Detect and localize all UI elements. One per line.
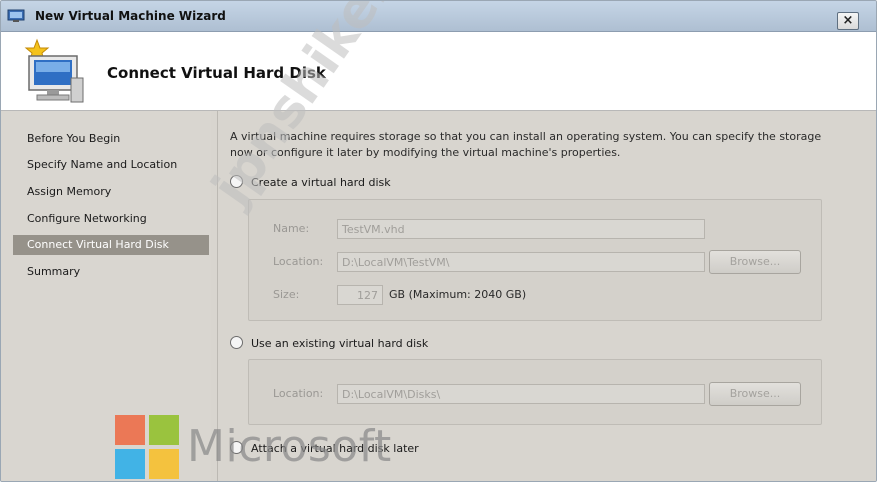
description-text: A virtual machine requires storage so th… [230, 130, 822, 159]
location-label: Location: [273, 255, 324, 268]
logo-text: Microsoft [187, 421, 392, 472]
existing-vhd-radio[interactable] [230, 336, 243, 349]
name-label: Name: [273, 222, 310, 235]
nav-item-before-you-begin[interactable]: Before You Begin [13, 129, 209, 149]
existing-vhd-label: Use an existing virtual hard disk [251, 337, 429, 350]
logo-square-blue [115, 449, 145, 479]
new-virtual-machine-icon [24, 38, 84, 103]
virtual-machine-icon [7, 9, 25, 22]
nav-item-assign-memory[interactable]: Assign Memory [13, 182, 209, 202]
nav-item-summary[interactable]: Summary [13, 262, 209, 282]
location-field[interactable]: D:\LocalVM\TestVM\ [337, 252, 705, 272]
page-title: Connect Virtual Hard Disk [107, 64, 326, 82]
logo-square-green [149, 415, 179, 445]
existing-location-label: Location: [273, 387, 324, 400]
size-label: Size: [273, 288, 300, 301]
create-vhd-option[interactable]: Create a virtual hard disk [230, 175, 391, 191]
create-vhd-label: Create a virtual hard disk [251, 176, 391, 189]
wizard-header: Connect Virtual Hard Disk [1, 32, 876, 111]
logo-square-yellow [149, 449, 179, 479]
close-button[interactable]: × [837, 12, 859, 30]
title-bar: New Virtual Machine Wizard × [1, 1, 876, 32]
size-field[interactable]: 127 [337, 285, 383, 305]
window-title: New Virtual Machine Wizard [35, 9, 226, 23]
nav-item-configure-networking[interactable]: Configure Networking [13, 209, 209, 229]
create-vhd-group: Name: TestVM.vhd Location: D:\LocalVM\Te… [248, 199, 822, 321]
name-field[interactable]: TestVM.vhd [337, 219, 705, 239]
existing-vhd-group: Location: D:\LocalVM\Disks\ Browse... [248, 359, 822, 425]
nav-item-specify-name-and-location[interactable]: Specify Name and Location [13, 155, 209, 175]
size-unit-text: GB (Maximum: 2040 GB) [389, 288, 527, 301]
existing-browse-button[interactable]: Browse... [709, 382, 801, 406]
create-vhd-radio[interactable] [230, 175, 243, 188]
browse-button[interactable]: Browse... [709, 250, 801, 274]
wizard-window: New Virtual Machine Wizard × Connect Vir… [0, 0, 877, 482]
logo-square-red [115, 415, 145, 445]
nav-item-connect-virtual-hard-disk[interactable]: Connect Virtual Hard Disk [13, 235, 209, 255]
existing-location-field[interactable]: D:\LocalVM\Disks\ [337, 384, 705, 404]
existing-vhd-option[interactable]: Use an existing virtual hard disk [230, 336, 428, 352]
wizard-steps-nav: Before You Begin Specify Name and Locati… [1, 111, 211, 481]
